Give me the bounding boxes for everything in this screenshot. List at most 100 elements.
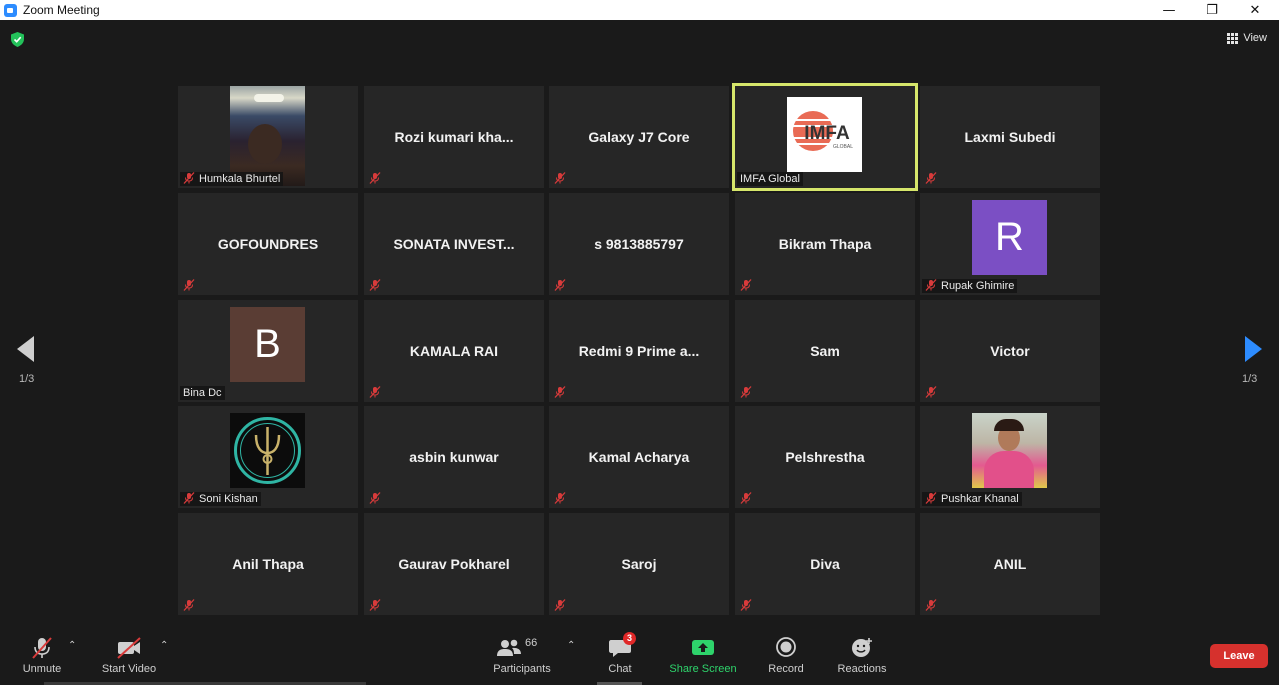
participant-name: IMFA Global [740,173,800,185]
mic-muted-icon [554,599,566,611]
participants-label: Participants [493,663,551,675]
participants-button[interactable]: 66 Participants [490,630,554,685]
mic-muted-icon [925,279,937,291]
previous-page-arrow-icon[interactable] [17,336,34,362]
mic-muted-icon [369,386,381,398]
participant-tile[interactable]: R Rupak Ghimire [920,193,1100,295]
participant-tile[interactable]: Sam [735,300,915,402]
participant-name: Redmi 9 Prime a... [578,343,700,359]
participant-tile[interactable]: asbin kunwar [364,406,544,508]
participant-avatar: B [230,307,305,382]
share-screen-label: Share Screen [669,663,737,675]
participant-tile[interactable]: Galaxy J7 Core [549,86,729,188]
reactions-button[interactable]: Reactions [834,630,890,685]
participant-name-label: Soni Kishan [180,492,261,506]
meeting-toolbar: Unmute ⌃ Start Video ⌃ 66 Participants ⌃ [0,630,1279,685]
participant-tile[interactable]: GOFOUNDRES [178,193,358,295]
next-page-arrow-icon[interactable] [1245,336,1262,362]
view-label: View [1243,32,1267,44]
leave-button[interactable]: Leave [1210,644,1268,668]
close-button[interactable]: ✕ [1235,0,1275,20]
record-icon [776,637,796,657]
reactions-label: Reactions [837,663,887,675]
participant-name: Rupak Ghimire [941,280,1015,292]
participant-name: Gaurav Pokharel [398,556,510,572]
video-off-icon [117,637,141,659]
chat-label: Chat [608,663,632,675]
participant-tile[interactable]: Laxmi Subedi [920,86,1100,188]
mic-muted-icon [740,492,752,504]
participant-tile[interactable]: IMFA GLOBAL IMFA Global [732,83,918,191]
participants-icon-wrap: 66 [495,636,549,660]
participant-name: Pushkar Khanal [941,493,1019,505]
participant-tile[interactable]: Saroj [549,513,729,615]
participant-tile[interactable]: Anil Thapa [178,513,358,615]
participant-tile[interactable]: Gaurav Pokharel [364,513,544,615]
chat-unread-badge: 3 [623,632,636,645]
unmute-button[interactable]: Unmute [18,630,66,685]
participant-tile[interactable]: Pushkar Khanal [920,406,1100,508]
logo-text: IMFA [804,123,850,144]
participant-name: Humkala Bhurtel [199,173,281,185]
participant-tile[interactable]: Kamal Acharya [549,406,729,508]
mic-muted-icon [183,599,195,611]
participant-tile[interactable]: Pelshrestha [735,406,915,508]
view-button[interactable]: View [1227,32,1267,44]
participant-name: Galaxy J7 Core [588,129,690,145]
mic-muted-icon [369,172,381,184]
mic-muted-icon [369,599,381,611]
restore-button[interactable]: ❐ [1192,0,1232,20]
video-options-caret-icon[interactable]: ⌃ [160,640,168,651]
unmute-label: Unmute [22,663,62,675]
participant-avatar: R [972,200,1047,275]
participant-name: Victor [990,343,1030,359]
mic-muted-icon [925,599,937,611]
mic-muted-icon [554,492,566,504]
participants-icon [497,639,521,656]
participant-name: Saroj [621,556,657,572]
participant-name: s 9813885797 [594,236,684,252]
participant-tile[interactable]: Humkala Bhurtel [178,86,358,188]
share-screen-button[interactable]: Share Screen [668,630,738,685]
participant-tile[interactable]: KAMALA RAI [364,300,544,402]
record-button[interactable]: Record [765,630,807,685]
participant-name: asbin kunwar [409,449,499,465]
page-indicator-left: 1/3 [19,373,35,385]
grid-view-icon [1227,32,1239,44]
participant-tile[interactable]: Bikram Thapa [735,193,915,295]
mic-muted-icon [183,172,195,184]
chat-button[interactable]: 3 Chat [603,630,637,685]
participant-name: SONATA INVEST... [393,236,515,252]
minimize-button[interactable]: — [1149,0,1189,20]
participant-logo: IMFA GLOBAL [787,97,862,172]
participant-name: Soni Kishan [199,493,258,505]
mic-muted-icon [369,492,381,504]
audio-options-caret-icon[interactable]: ⌃ [68,640,76,651]
mic-muted-icon [925,172,937,184]
participant-name: Kamal Acharya [588,449,690,465]
participant-tile[interactable]: ANIL [920,513,1100,615]
start-video-button[interactable]: Start Video [98,630,160,685]
shield-icon[interactable] [11,32,24,47]
reactions-icon [852,638,872,657]
participant-name-label: Bina Dc [180,386,225,400]
participant-tile[interactable]: Victor [920,300,1100,402]
logo-subtext: GLOBAL [833,144,853,150]
participants-options-caret-icon[interactable]: ⌃ [567,640,575,651]
mic-muted-icon [740,386,752,398]
participant-name-label: Pushkar Khanal [922,492,1022,506]
participant-name-label: IMFA Global [737,172,803,186]
participant-tile[interactable]: Diva [735,513,915,615]
mic-muted-icon [740,279,752,291]
participant-tile[interactable]: Redmi 9 Prime a... [549,300,729,402]
participant-name: Anil Thapa [232,556,304,572]
participant-tile[interactable]: Rozi kumari kha... [364,86,544,188]
mic-muted-icon [554,386,566,398]
participant-video-feed [230,86,305,186]
mic-muted-icon [740,599,752,611]
participant-tile[interactable]: B Bina Dc [178,300,358,402]
participant-name: Bina Dc [183,387,222,399]
participant-tile[interactable]: SONATA INVEST... [364,193,544,295]
participant-tile[interactable]: s 9813885797 [549,193,729,295]
participant-tile[interactable]: Soni Kishan [178,406,358,508]
